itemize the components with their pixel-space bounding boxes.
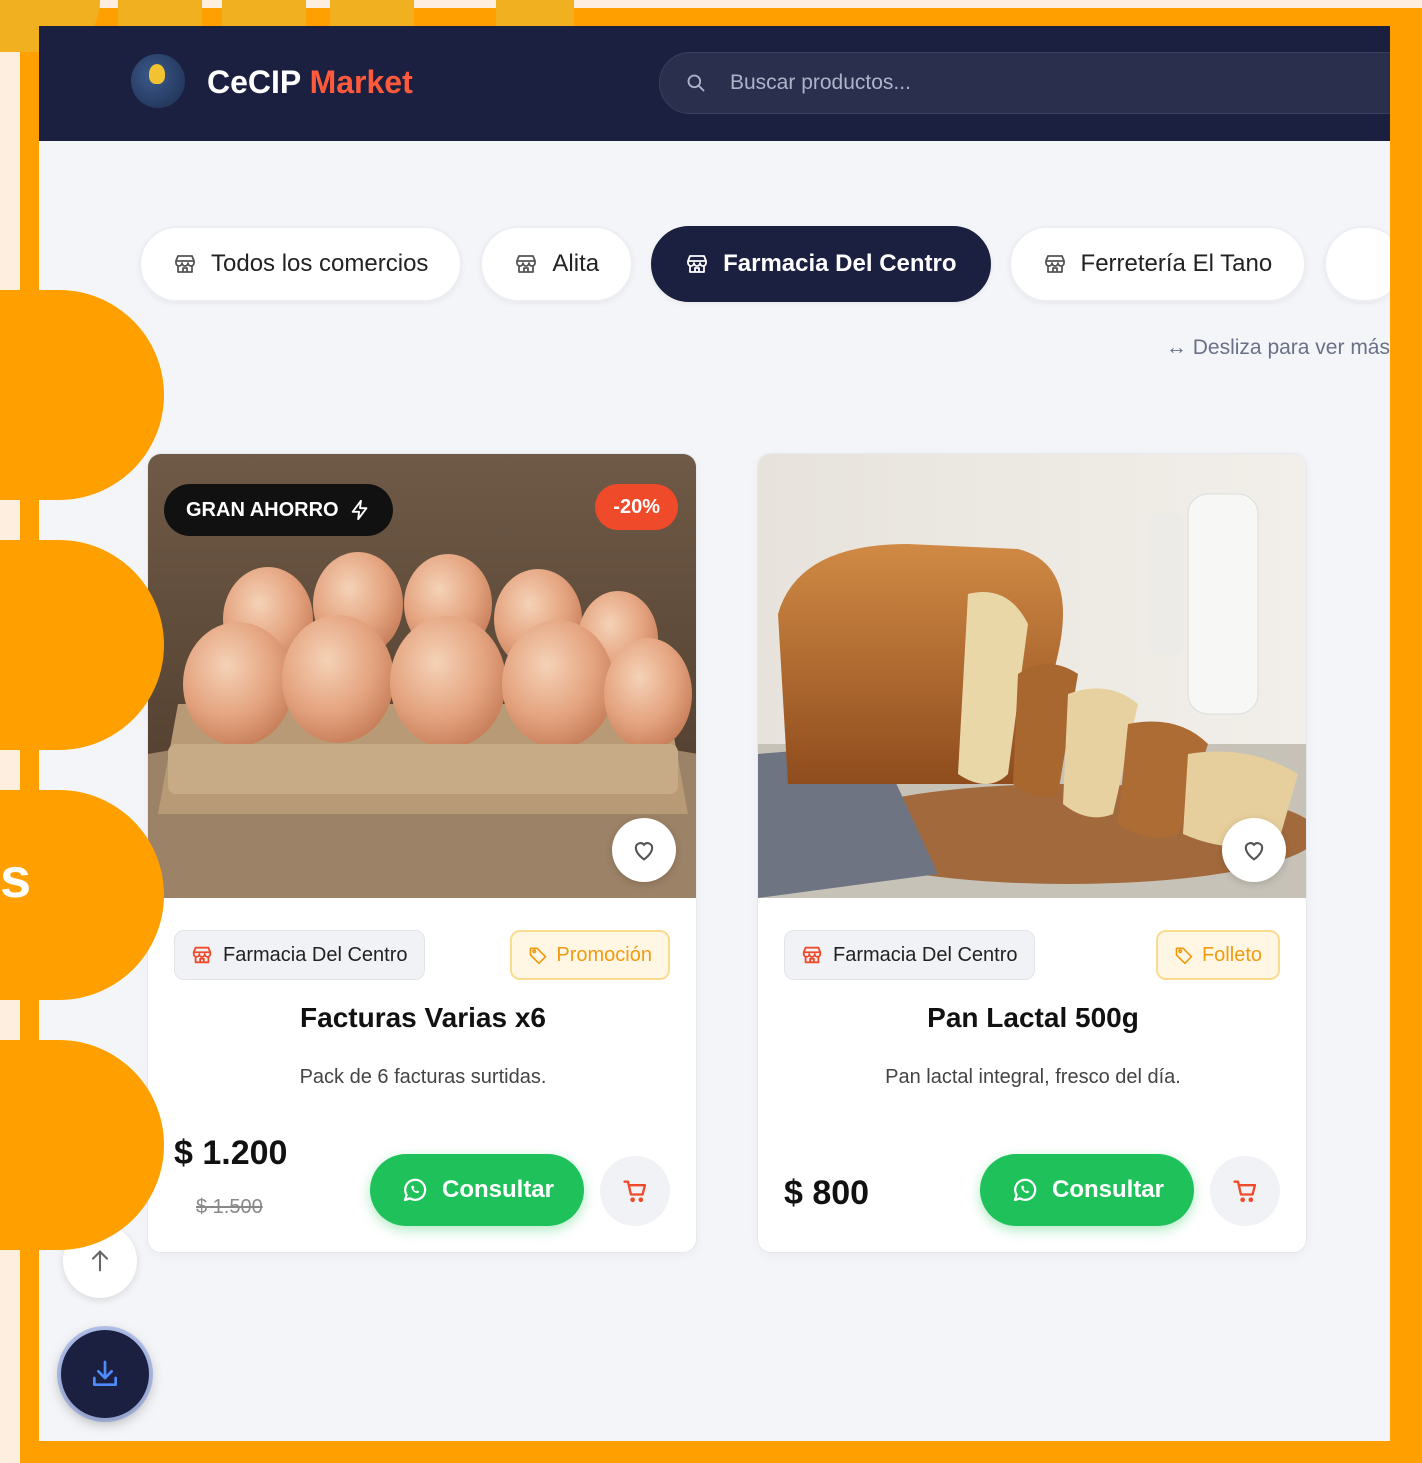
lightning-icon [351, 499, 367, 521]
search-icon [687, 74, 705, 92]
product-image-bread [758, 454, 1306, 898]
consult-label: Consultar [441, 1176, 554, 1203]
chip-label: Todos los comercios [211, 250, 429, 277]
chip-farmacia-del-centro[interactable]: Farmacia Del Centro [651, 226, 991, 302]
product-price: $ 1.200 [174, 1134, 288, 1172]
favorite-button[interactable] [1222, 818, 1286, 882]
savings-badge-label: GRAN AHORRO [186, 498, 339, 521]
whatsapp-icon [1013, 1178, 1037, 1202]
store-icon [802, 946, 822, 964]
brand-accent: Market [309, 64, 413, 100]
product-description: Pack de 6 facturas surtidas. [299, 1066, 547, 1088]
product-price: $ 800 [784, 1174, 870, 1212]
heart-icon [1244, 842, 1264, 861]
product-title: Facturas Varias x6 [300, 1002, 546, 1033]
install-app-button[interactable] [61, 1330, 149, 1418]
chip-label: Farmacia Del Centro [723, 250, 957, 277]
promo-tag-label: Promoción [556, 943, 652, 966]
brand-primary: CeCIP [207, 64, 301, 100]
cart-icon [623, 1180, 647, 1203]
product-old-price: $ 1.500 [196, 1196, 263, 1218]
consult-whatsapp-button[interactable]: Consultar [980, 1154, 1194, 1226]
app-screen: CeCIP Market Todos los comercios Alita F… [39, 26, 1390, 1441]
store-tag: Farmacia Del Centro [174, 930, 425, 980]
scroll-hint: ↔ Desliza para ver más [1165, 336, 1390, 359]
product-description: Pan lactal integral, fresco del día. [885, 1066, 1181, 1088]
product-card[interactable]: Farmacia Del Centro Folleto Pan Lactal 5… [757, 453, 1307, 1253]
download-icon [93, 1360, 117, 1386]
chip-alita[interactable]: Alita [480, 226, 634, 302]
store-icon [687, 255, 708, 273]
store-filter-chips: Todos los comercios Alita Farmacia Del C… [139, 226, 1390, 302]
favorite-button[interactable] [612, 818, 676, 882]
store-tag-label: Farmacia Del Centro [833, 943, 1018, 966]
product-title: Pan Lactal 500g [927, 1002, 1139, 1033]
consult-whatsapp-button[interactable]: Consultar [370, 1154, 584, 1226]
search-input[interactable] [730, 53, 1330, 113]
store-icon [1044, 255, 1065, 273]
chip-todos-los-comercios[interactable]: Todos los comercios [139, 226, 463, 302]
side-decoration-letter: s [0, 846, 32, 909]
store-icon [192, 946, 212, 964]
tag-icon [1175, 947, 1193, 965]
heart-icon [634, 842, 654, 861]
consult-label: Consultar [1051, 1176, 1164, 1203]
cart-icon [1233, 1180, 1257, 1203]
chip-label: Ferretería El Tano [1080, 250, 1273, 277]
store-tag-label: Farmacia Del Centro [223, 943, 408, 966]
promo-tag: Promoción [510, 930, 670, 980]
chip-partial[interactable] [1324, 226, 1390, 302]
store-tag: Farmacia Del Centro [784, 930, 1035, 980]
store-icon [175, 255, 195, 273]
app-header: CeCIP Market [39, 26, 1390, 141]
search-bar[interactable] [659, 52, 1390, 114]
tag-icon [530, 947, 547, 965]
brand-logo-text[interactable]: CeCIP Market [207, 64, 413, 101]
store-icon [516, 255, 537, 273]
whatsapp-icon [403, 1178, 427, 1202]
add-to-cart-button[interactable] [600, 1156, 670, 1226]
chip-label: Alita [552, 250, 600, 277]
product-card[interactable]: GRAN AHORRO -20% Farmacia Del Centro Pro… [147, 453, 697, 1253]
arrow-up-icon [91, 1250, 109, 1272]
add-to-cart-button[interactable] [1210, 1156, 1280, 1226]
chip-ferreteria-el-tano[interactable]: Ferretería El Tano [1008, 226, 1307, 302]
flyer-tag-label: Folleto [1201, 943, 1262, 966]
flyer-tag: Folleto [1155, 930, 1280, 980]
logo-icon [131, 54, 185, 108]
savings-badge: GRAN AHORRO [164, 484, 393, 536]
discount-badge: -20% [595, 484, 678, 530]
